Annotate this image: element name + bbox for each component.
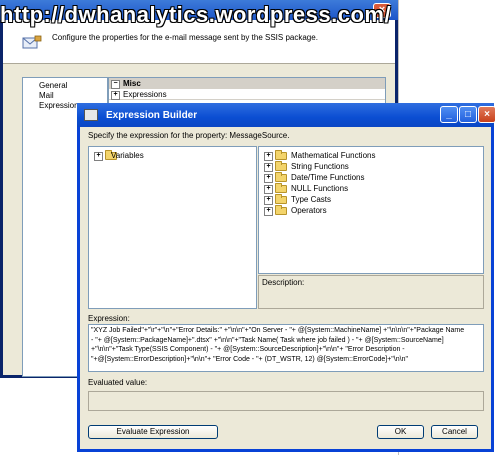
tree-item-label: Operators [291, 206, 327, 215]
folder-icon [275, 194, 287, 204]
expand-icon[interactable]: + [264, 163, 273, 172]
expand-icon[interactable]: + [264, 174, 273, 183]
expression-builder-icon [84, 109, 98, 121]
mail-task-icon [22, 35, 42, 49]
expression-line: "XYZ Job Failed"+"\r"+"\n"+"Error Detail… [91, 327, 465, 334]
folder-icon [275, 161, 287, 171]
dialog-prompt: Specify the expression for the property:… [88, 131, 290, 140]
tree-item-label: NULL Functions [291, 184, 349, 193]
close-icon[interactable]: × [478, 106, 496, 123]
minimize-icon[interactable]: _ [440, 106, 458, 123]
editor-header-text: Configure the properties for the e-mail … [52, 33, 318, 42]
tree-item-label: Date/Time Functions [291, 173, 365, 182]
property-category-misc[interactable]: − Misc [109, 78, 385, 89]
expand-icon[interactable]: + [264, 152, 273, 161]
description-label: Description: [262, 278, 305, 287]
expression-line: - "+ @[System::PackageName]+".dtsx" +"\n… [91, 336, 444, 344]
evaluated-value-field [88, 391, 484, 411]
maximize-icon[interactable]: □ [459, 106, 477, 123]
functions-tree[interactable]: + Mathematical Functions + String Functi… [258, 146, 484, 274]
dialog-title: Expression Builder [106, 110, 198, 121]
cancel-button[interactable]: Cancel [431, 425, 478, 439]
nav-item-mail[interactable]: Mail [39, 91, 54, 100]
expand-icon[interactable]: + [264, 207, 273, 216]
expand-icon[interactable]: + [264, 196, 273, 205]
folder-icon [275, 205, 287, 215]
expand-icon[interactable]: + [94, 152, 103, 161]
tree-item-label: String Functions [291, 162, 349, 171]
expand-icon[interactable]: + [111, 91, 120, 100]
tree-item-label: Type Casts [291, 195, 332, 204]
folder-icon [275, 172, 287, 182]
expression-line: "+@[System::ErrorDescription]+"\n\n"+ "E… [91, 355, 408, 363]
property-row-expressions[interactable]: + Expressions [109, 89, 385, 100]
collapse-icon[interactable]: − [111, 80, 120, 89]
evaluated-value-label: Evaluated value: [88, 378, 148, 387]
folder-icon [275, 150, 287, 160]
expression-line: +"\n\n"+"Task Type(SSIS Component) - "+ … [91, 346, 405, 354]
expression-textarea[interactable]: "XYZ Job Failed"+"\r"+"\n"+"Error Detail… [88, 324, 484, 372]
variables-tree[interactable]: + Variables [88, 146, 257, 309]
watermark-text: http://dwhanalytics.wordpress.com/ [0, 2, 392, 27]
tree-item-label: Variables [111, 151, 144, 160]
property-row-label: Expressions [123, 90, 167, 99]
ok-button[interactable]: OK [377, 425, 424, 439]
folder-icon [275, 183, 287, 193]
tree-item-label: Mathematical Functions [291, 151, 376, 160]
property-category-label: Misc [123, 79, 141, 88]
evaluate-expression-button[interactable]: Evaluate Expression [88, 425, 218, 439]
expression-label: Expression: [88, 314, 130, 323]
expand-icon[interactable]: + [264, 185, 273, 194]
nav-item-general[interactable]: General [39, 81, 67, 90]
